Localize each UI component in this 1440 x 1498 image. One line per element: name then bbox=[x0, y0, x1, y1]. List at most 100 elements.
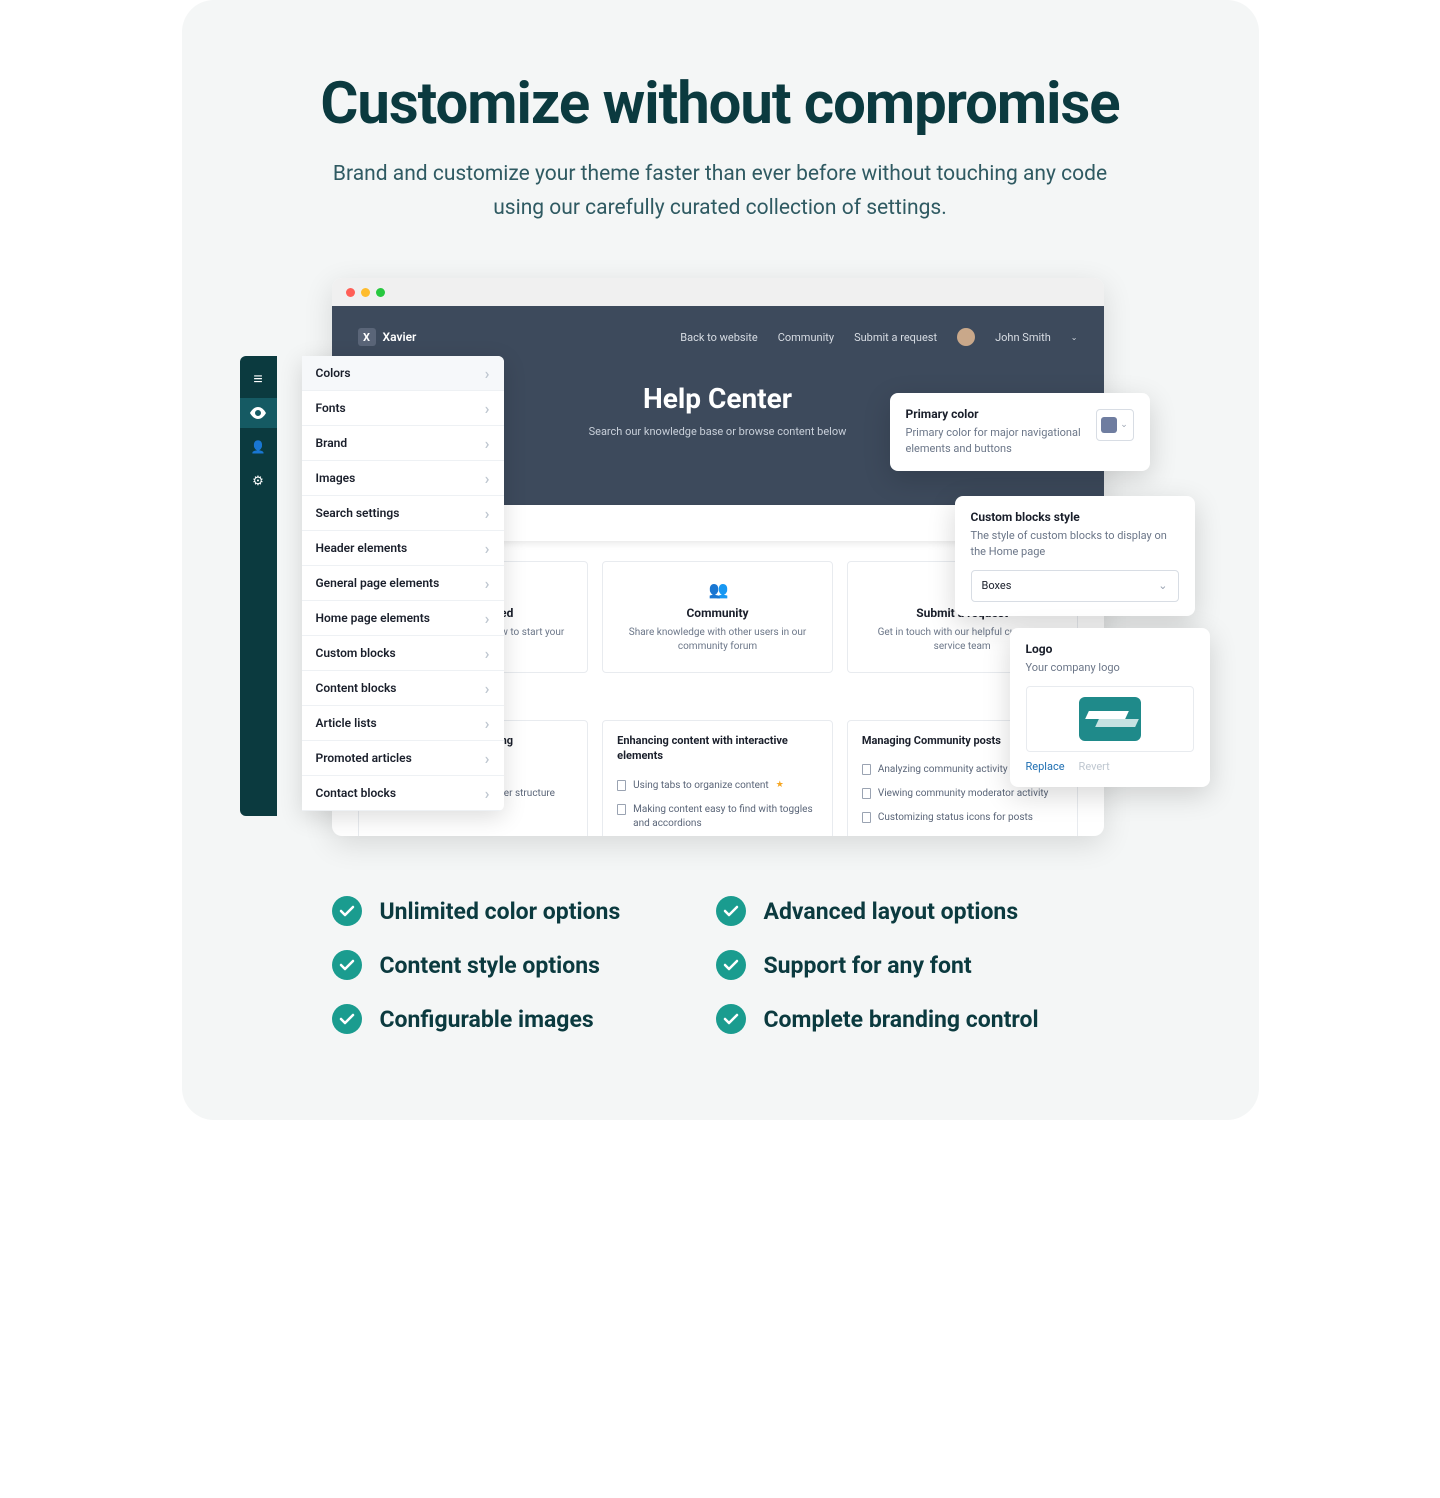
rail-menu-icon[interactable]: ≡ bbox=[240, 364, 277, 394]
swatch-preview-icon bbox=[1101, 417, 1117, 433]
traffic-min-icon bbox=[361, 288, 370, 297]
rail-preview-icon[interactable] bbox=[240, 398, 277, 428]
panel-item-images[interactable]: Images › bbox=[302, 461, 504, 496]
chevron-right-icon: › bbox=[485, 469, 490, 488]
nav-back[interactable]: Back to website bbox=[680, 331, 757, 344]
chevron-right-icon: › bbox=[485, 574, 490, 593]
check-icon bbox=[332, 950, 362, 980]
feature-item: Support for any font bbox=[716, 950, 1100, 980]
panel-item-fonts[interactable]: Fonts› bbox=[302, 391, 504, 426]
feature-item: Configurable images bbox=[332, 1004, 716, 1034]
check-icon bbox=[716, 950, 746, 980]
rail-users-icon[interactable]: 👤 bbox=[240, 432, 277, 462]
nav-community[interactable]: Community bbox=[778, 331, 834, 344]
document-icon bbox=[862, 764, 871, 775]
feature-item: Content style options bbox=[332, 950, 716, 980]
feature-label: Content style options bbox=[380, 952, 600, 979]
float-custom-blocks: Custom blocks style The style of custom … bbox=[955, 496, 1195, 616]
kb-column: Enhancing content with interactive eleme… bbox=[602, 720, 833, 836]
document-icon bbox=[617, 780, 626, 791]
document-icon bbox=[862, 788, 871, 799]
card-title: Community bbox=[617, 606, 818, 620]
panel-item-promoted-articles[interactable]: Promoted articles › bbox=[302, 741, 504, 776]
panel-label: Header elements bbox=[316, 541, 408, 555]
chevron-right-icon: › bbox=[485, 364, 490, 383]
chevron-right-icon: › bbox=[485, 784, 490, 803]
panel-label: Search settings bbox=[316, 506, 400, 520]
blocks-style-select[interactable]: Boxes ⌄ bbox=[971, 570, 1179, 602]
browser-chrome bbox=[332, 278, 1104, 306]
chevron-down-icon: ⌄ bbox=[1158, 579, 1167, 592]
headline: Customize without compromise bbox=[182, 0, 1259, 138]
panel-item-header-elements[interactable]: Header elements › bbox=[302, 531, 504, 566]
float-desc: Your company logo bbox=[1026, 660, 1194, 676]
feature-item: Complete branding control bbox=[716, 1004, 1100, 1034]
color-swatch[interactable]: ⌄ bbox=[1096, 409, 1134, 441]
panel-label: General page elements bbox=[316, 576, 440, 590]
chevron-down-icon[interactable]: ⌄ bbox=[1071, 333, 1078, 342]
chevron-right-icon: › bbox=[485, 399, 490, 418]
kb-link[interactable]: Using tabs to organize content★ bbox=[617, 774, 818, 798]
brand-mark-icon: X bbox=[358, 328, 376, 346]
logo-preview bbox=[1026, 686, 1194, 752]
feature-label: Configurable images bbox=[380, 1006, 594, 1033]
kb-link-text: Customizing status icons for posts bbox=[878, 811, 1033, 825]
traffic-close-icon bbox=[346, 288, 355, 297]
kb-link[interactable]: Customizing status icons for posts bbox=[862, 806, 1063, 830]
people-icon: 👥 bbox=[709, 580, 727, 598]
panel-item-general-page-elements[interactable]: General page elements › bbox=[302, 566, 504, 601]
chevron-right-icon: › bbox=[485, 644, 490, 663]
check-icon bbox=[332, 896, 362, 926]
feature-label: Advanced layout options bbox=[764, 898, 1019, 925]
panel-label: Colors bbox=[316, 366, 351, 380]
panel-item-contact-blocks[interactable]: Contact blocks› bbox=[302, 776, 504, 811]
settings-panel: Colors›Fonts›Brand›Images›Search setting… bbox=[302, 356, 504, 811]
float-title: Primary color bbox=[906, 407, 1082, 421]
float-logo: Logo Your company logo Replace Revert bbox=[1010, 628, 1210, 787]
kb-link-text: Making content easy to find with toggles… bbox=[633, 803, 818, 831]
card-desc: Share knowledge with other users in our … bbox=[617, 626, 818, 654]
panel-item-brand[interactable]: Brand › bbox=[302, 426, 504, 461]
nav-user[interactable]: John Smith bbox=[995, 331, 1051, 344]
chevron-right-icon: › bbox=[485, 539, 490, 558]
chevron-right-icon: › bbox=[485, 609, 490, 628]
card-community[interactable]: 👥 Community Share knowledge with other u… bbox=[602, 561, 833, 673]
nav-submit[interactable]: Submit a request bbox=[854, 331, 937, 344]
brand[interactable]: X Xavier bbox=[358, 328, 417, 346]
kb-link-text: Analyzing community activity bbox=[878, 763, 1008, 777]
panel-label: Images bbox=[316, 471, 356, 485]
feature-item: Advanced layout options bbox=[716, 896, 1100, 926]
panel-item-custom-blocks[interactable]: Custom blocks › bbox=[302, 636, 504, 671]
kb-link[interactable]: Making content easy to find with toggles… bbox=[617, 798, 818, 836]
panel-item-article-lists[interactable]: Article lists› bbox=[302, 706, 504, 741]
chevron-right-icon: › bbox=[485, 434, 490, 453]
panel-item-search-settings[interactable]: Search settings › bbox=[302, 496, 504, 531]
panel-label: Promoted articles bbox=[316, 751, 412, 765]
kb-col-title: Enhancing content with interactive eleme… bbox=[617, 733, 818, 764]
panel-item-colors[interactable]: Colors › bbox=[302, 356, 504, 391]
panel-label: Home page elements bbox=[316, 611, 430, 625]
panel-item-content-blocks[interactable]: Content blocks› bbox=[302, 671, 504, 706]
brand-name: Xavier bbox=[383, 330, 417, 344]
panel-label: Brand bbox=[316, 436, 348, 450]
float-desc: Primary color for major navigational ele… bbox=[906, 425, 1082, 457]
feature-label: Unlimited color options bbox=[380, 898, 621, 925]
panel-label: Custom blocks bbox=[316, 646, 396, 660]
panel-label: Content blocks bbox=[316, 681, 397, 695]
sidebar-rail: ≡ 👤 ⚙ bbox=[240, 356, 277, 816]
check-icon bbox=[716, 1004, 746, 1034]
float-title: Custom blocks style bbox=[971, 510, 1179, 524]
chevron-right-icon: › bbox=[485, 749, 490, 768]
float-title: Logo bbox=[1026, 642, 1194, 656]
chevron-right-icon: › bbox=[485, 714, 490, 733]
float-desc: The style of custom blocks to display on… bbox=[971, 528, 1179, 560]
feature-label: Complete branding control bbox=[764, 1006, 1039, 1033]
avatar-icon[interactable] bbox=[957, 328, 975, 346]
kb-link-text: Using tabs to organize content bbox=[633, 779, 769, 793]
revert-button[interactable]: Revert bbox=[1079, 760, 1110, 773]
replace-button[interactable]: Replace bbox=[1026, 760, 1065, 773]
chevron-right-icon: › bbox=[485, 504, 490, 523]
rail-settings-icon[interactable]: ⚙ bbox=[240, 466, 277, 496]
panel-item-home-page-elements[interactable]: Home page elements › bbox=[302, 601, 504, 636]
document-icon bbox=[617, 804, 626, 815]
